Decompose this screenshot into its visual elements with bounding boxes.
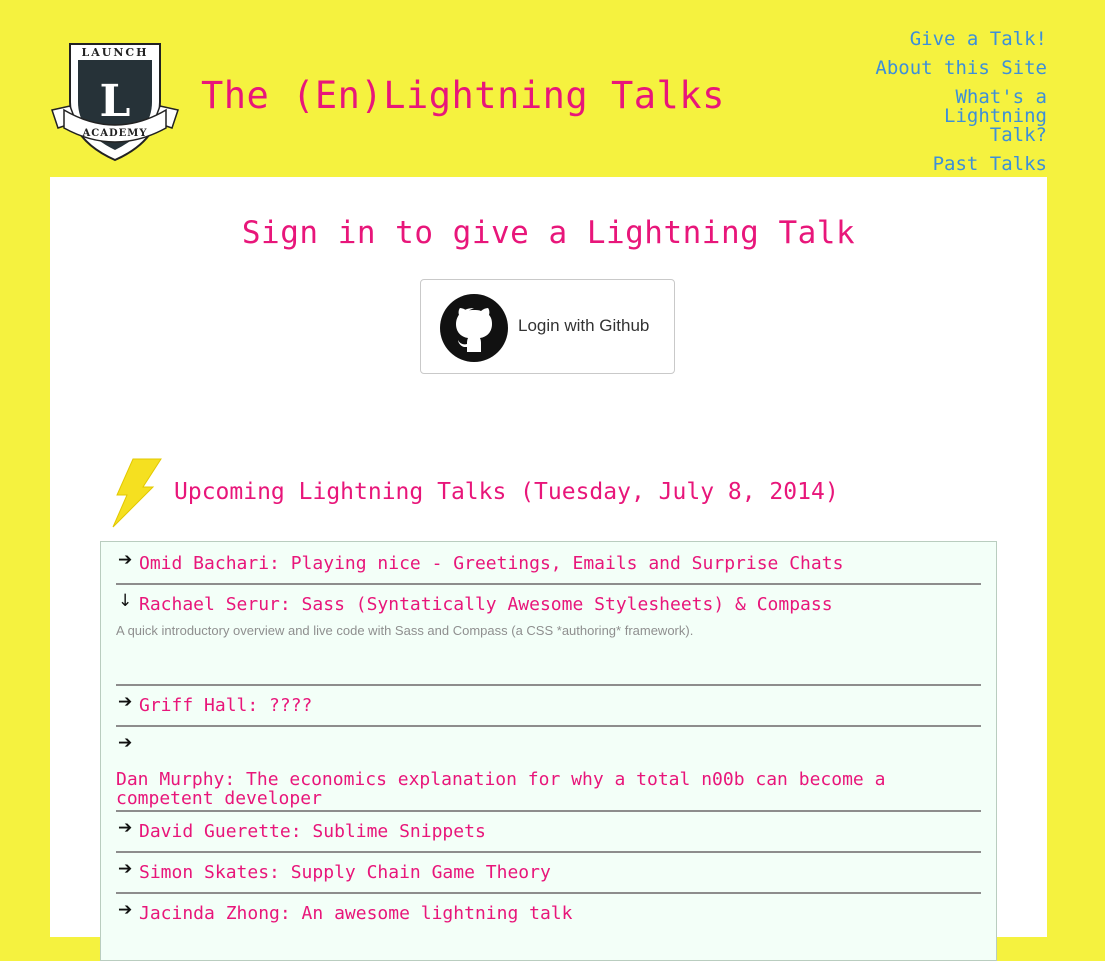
collapse-arrow-icon[interactable]: ↓ xyxy=(118,591,132,611)
talk-title[interactable]: Rachael Serur: Sass (Syntatically Awesom… xyxy=(139,595,981,614)
svg-text:L: L xyxy=(100,76,131,127)
expand-arrow-icon[interactable]: ➔ xyxy=(118,692,132,712)
talk-title[interactable]: Simon Skates: Supply Chain Game Theory xyxy=(139,863,981,882)
expand-arrow-icon[interactable]: ➔ xyxy=(118,818,132,838)
signin-heading: Sign in to give a Lightning Talk xyxy=(241,215,856,251)
expand-arrow-icon[interactable]: ➔ xyxy=(118,859,132,879)
talk-title[interactable]: Jacinda Zhong: An awesome lightning talk xyxy=(139,904,981,923)
talk-item-expanded[interactable]: ↓ Rachael Serur: Sass (Syntatically Awes… xyxy=(116,591,981,686)
login-with-github-label: Login with Github xyxy=(518,316,650,335)
lightning-bolt-icon xyxy=(103,457,165,529)
svg-text:LAUNCH: LAUNCH xyxy=(81,46,148,59)
svg-text:ACADEMY: ACADEMY xyxy=(82,128,148,139)
talk-title[interactable]: David Guerette: Sublime Snippets xyxy=(139,822,981,841)
talk-item[interactable]: ➔ Dan Murphy: The economics explanation … xyxy=(116,733,981,812)
main-content: Sign in to give a Lightning Talk Login w… xyxy=(50,177,1047,961)
nav-give-a-talk[interactable]: Give a Talk! xyxy=(875,30,1047,49)
talk-item[interactable]: ➔ Jacinda Zhong: An awesome lightning ta… xyxy=(116,900,981,933)
upcoming-talks-heading: Upcoming Lightning Talks (Tuesday, July … xyxy=(174,479,839,505)
top-nav: Give a Talk! About this Site What's a Li… xyxy=(875,30,1047,174)
talk-item[interactable]: ➔ David Guerette: Sublime Snippets xyxy=(116,818,981,853)
expand-arrow-icon[interactable]: ➔ xyxy=(118,550,132,570)
site-title[interactable]: The (En)Lightning Talks xyxy=(201,74,725,117)
nav-past-talks[interactable]: Past Talks xyxy=(875,155,1047,174)
talk-title[interactable]: Griff Hall: ???? xyxy=(139,696,981,715)
nav-whats-a-lightning-talk[interactable]: What's a Lightning Talk? xyxy=(877,88,1047,145)
nav-about-site[interactable]: About this Site xyxy=(875,59,1047,78)
talk-title[interactable]: Omid Bachari: Playing nice - Greetings, … xyxy=(139,554,981,573)
talk-description: A quick introductory overview and live c… xyxy=(116,623,694,638)
expand-arrow-icon[interactable]: ➔ xyxy=(118,900,132,920)
shield-logo-icon: LAUNCH L ACADEMY xyxy=(51,43,179,162)
talk-item[interactable]: ➔ Griff Hall: ???? xyxy=(116,692,981,727)
talk-item[interactable]: ➔ Omid Bachari: Playing nice - Greetings… xyxy=(116,550,981,585)
talk-item[interactable]: ➔ Simon Skates: Supply Chain Game Theory xyxy=(116,859,981,894)
launch-academy-logo[interactable]: LAUNCH L ACADEMY xyxy=(50,40,180,162)
github-icon xyxy=(440,294,508,362)
talk-title[interactable]: Dan Murphy: The economics explanation fo… xyxy=(116,770,906,808)
login-with-github-button[interactable]: Login with Github xyxy=(420,279,675,374)
upcoming-talk-list: ➔ Omid Bachari: Playing nice - Greetings… xyxy=(100,541,997,961)
expand-arrow-icon[interactable]: ➔ xyxy=(118,733,132,753)
